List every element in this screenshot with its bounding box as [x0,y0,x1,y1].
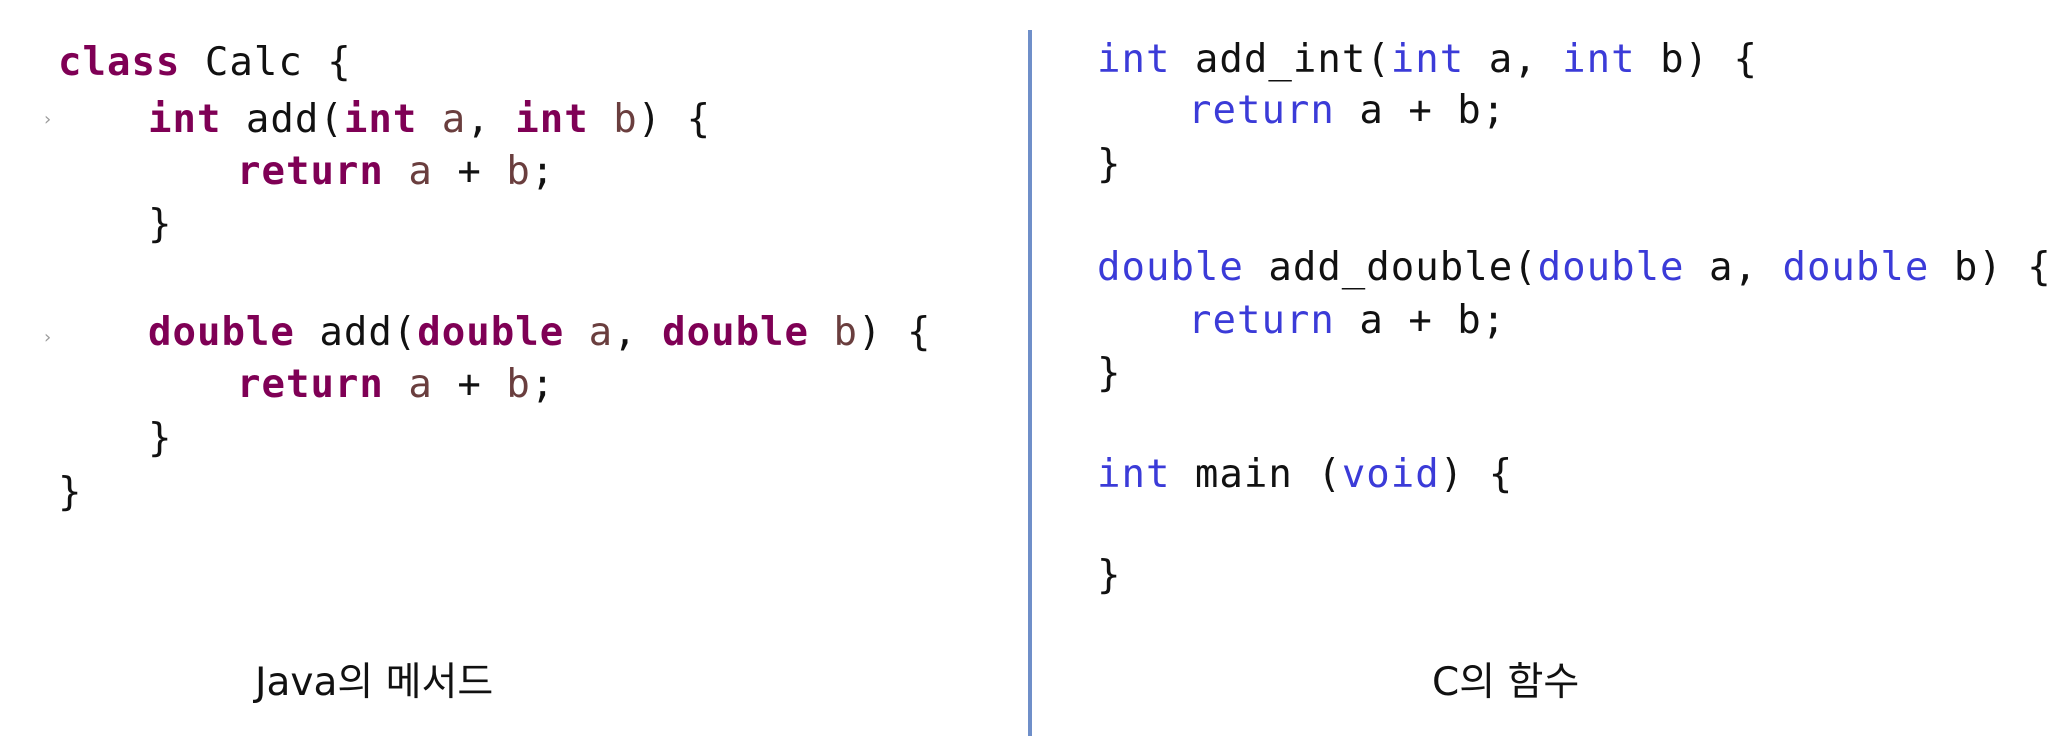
java-token-param: a [441,97,467,142]
java-token-kw: return [237,149,384,194]
java-token-kw: int [343,97,418,142]
c-code-line: return a + b; [1188,91,1506,130]
java-token-kw: int [515,97,589,142]
c-code-line: double add_double(double a, double b) { [1097,248,2048,287]
c-token-plain: } [1097,351,1122,396]
java-token-kw: int [148,97,222,142]
java-token-plain: ) { [857,310,932,355]
java-token-kw: double [662,310,810,355]
java-token-kw: double [417,310,565,355]
c-token-kw: void [1341,452,1440,497]
c-token-plain: a + b; [1334,88,1507,133]
c-token-kw: double [1097,245,1244,290]
java-token-plain [589,97,613,142]
c-code-line: } [1097,145,1121,184]
c-token-kw: return [1188,88,1335,133]
java-token-param: b [506,149,531,194]
java-token-plain: Calc { [180,40,352,85]
c-code-line: int main (void) { [1097,455,1513,494]
c-code-line: } [1097,354,1121,393]
fold-marker-1: › [44,109,52,130]
c-token-plain: a, [1464,37,1563,82]
c-token-kw: int [1390,37,1465,82]
fold-marker-2: › [44,327,52,348]
java-token-plain: + [432,362,507,407]
c-token-plain: add_int( [1170,37,1391,82]
java-code-panel: class Calc {int add(int a, int b) {retur… [0,0,1020,736]
c-token-kw: int [1562,37,1636,82]
c-code-line: } [1097,556,1121,595]
c-code-panel: int add_int(int a, int b) {return a + b;… [1030,0,2048,736]
java-token-kw: double [148,310,295,355]
c-token-kw: return [1188,298,1335,343]
c-token-plain: b) { [1929,245,2048,290]
java-token-plain: ; [530,362,556,407]
c-code-line: return a + b; [1188,301,1506,340]
java-token-param: b [833,310,858,355]
c-token-plain: a, [1684,245,1783,290]
java-token-param: a [588,310,614,355]
java-token-plain: , [466,97,516,142]
c-token-kw: double [1537,245,1685,290]
java-code-line: } [148,205,172,244]
java-token-plain [384,362,408,407]
java-token-plain: add( [294,310,418,355]
c-code-line: int add_int(int a, int b) { [1097,40,1758,79]
java-code-line: class Calc { [58,43,352,82]
java-token-plain [384,149,408,194]
java-token-param: a [408,149,433,194]
java-token-param: a [408,362,433,407]
c-caption: C의 함수 [1432,660,1580,705]
java-token-plain: } [58,470,83,515]
c-token-kw: double [1782,245,1930,290]
c-token-plain: } [1097,142,1122,187]
c-token-plain: a + b; [1334,298,1507,343]
java-code-line: } [148,419,172,458]
c-token-plain: } [1097,553,1122,598]
java-token-plain: add( [221,97,344,142]
java-code-line: int add(int a, int b) { [148,100,711,139]
java-token-plain: } [148,416,173,461]
java-token-plain: ) { [637,97,712,142]
slide: class Calc {int add(int a, int b) {retur… [0,0,2048,736]
c-token-kw: int [1097,37,1171,82]
java-token-plain: } [148,202,173,247]
java-token-plain: , [613,310,663,355]
java-token-plain [809,310,833,355]
java-code-line: } [58,473,82,512]
java-token-param: b [613,97,638,142]
java-token-kw: return [237,362,384,407]
java-token-plain: + [432,149,507,194]
java-token-plain [417,97,441,142]
c-token-plain: ) { [1439,452,1514,497]
c-token-kw: int [1097,452,1171,497]
java-token-plain [564,310,588,355]
c-token-plain: b) { [1635,37,1759,82]
java-token-param: b [506,362,531,407]
java-code-line: return a + b; [237,152,555,191]
java-caption: Java의 메서드 [255,660,494,705]
java-code-line: return a + b; [237,365,555,404]
java-code-line: double add(double a, double b) { [148,313,931,352]
java-token-plain: ; [530,149,556,194]
java-token-kw: class [58,40,181,85]
c-token-plain: main ( [1170,452,1342,497]
c-token-plain: add_double( [1243,245,1538,290]
